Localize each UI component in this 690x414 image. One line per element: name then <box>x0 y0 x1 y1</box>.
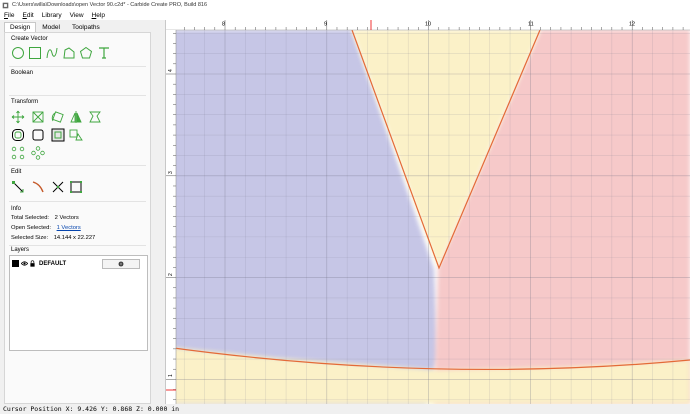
ruler-label-10: 10 <box>425 22 431 28</box>
divider <box>9 165 146 166</box>
left-panel: Design Model Toolpaths Create Vector Boo… <box>0 20 166 404</box>
status-bar: Cursor Position X: 9.426 Y: 0.868 Z: 0.0… <box>0 404 690 414</box>
open-selected-link[interactable]: 1 Vectors <box>57 225 81 231</box>
menu-edit[interactable]: Edit <box>19 12 38 19</box>
cursor-position: Cursor Position X: 9.426 Y: 0.868 Z: 0.0… <box>3 405 180 413</box>
design-canvas[interactable]: 8 9 10 11 12 4 3 2 1 <box>165 20 690 404</box>
layer-color-swatch[interactable] <box>12 260 19 267</box>
scale-icon[interactable] <box>31 110 45 124</box>
section-edit: Edit <box>11 169 22 175</box>
move-icon[interactable] <box>11 110 25 124</box>
bounding-box-icon[interactable] <box>69 180 83 194</box>
circular-array-icon[interactable] <box>11 146 25 160</box>
menu-view[interactable]: View <box>66 12 88 19</box>
divider <box>9 201 146 202</box>
menu-library[interactable]: Library <box>38 12 66 19</box>
ruler-top[interactable]: 8 9 10 11 12 <box>166 20 690 31</box>
circle-tool-icon[interactable] <box>11 46 25 60</box>
layer-settings-button[interactable] <box>102 259 140 269</box>
divider <box>9 95 146 96</box>
menu-bar: File Edit Library View Help <box>0 10 690 20</box>
ruler-label-1: 1 <box>168 374 174 377</box>
mirror-icon[interactable] <box>69 110 83 124</box>
toolpath-regions <box>166 30 690 404</box>
trim-icon[interactable] <box>51 180 65 194</box>
text-tool-icon[interactable] <box>97 46 111 60</box>
knife-icon[interactable] <box>31 180 45 194</box>
ruler-label-8: 8 <box>222 22 225 28</box>
panel-tabs: Design Model Toolpaths <box>4 22 106 33</box>
selected-size-value: 14.144 x 22.227 <box>53 235 96 241</box>
section-transform: Transform <box>11 99 39 105</box>
array-icon[interactable] <box>51 128 65 142</box>
design-panel: Create Vector Boolean Transform Edit Inf… <box>4 32 151 404</box>
canvas-svg[interactable]: 8 9 10 11 12 4 3 2 1 <box>165 20 690 404</box>
eye-icon[interactable] <box>21 260 28 267</box>
ruler-label-12: 12 <box>629 22 635 28</box>
ruler-left[interactable]: 4 3 2 1 <box>166 30 177 404</box>
polygon-tool-icon[interactable] <box>79 46 93 60</box>
gear-icon <box>118 261 124 267</box>
ruler-label-2: 2 <box>168 273 174 276</box>
node-edit-icon[interactable] <box>11 180 25 194</box>
menu-file[interactable]: File <box>0 12 19 19</box>
info-total-selected: Total Selected: 2 Vectors <box>11 215 79 221</box>
group-icon[interactable] <box>69 128 83 142</box>
divider <box>9 66 146 67</box>
menu-help[interactable]: Help <box>88 12 109 19</box>
ruler-label-11: 11 <box>528 22 534 28</box>
section-layers: Layers <box>11 247 30 253</box>
section-create-vector: Create Vector <box>11 36 48 42</box>
info-selected-size: Selected Size: 14.144 x 22.227 <box>11 235 96 241</box>
fillet-icon[interactable] <box>31 128 45 142</box>
layers-list: DEFAULT <box>9 255 148 351</box>
ruler-label-9: 9 <box>324 22 327 28</box>
section-boolean: Boolean <box>11 70 34 76</box>
title-bar: C:\Users\willa\Downloads\open Vector 90.… <box>0 0 690 10</box>
app-logo-icon <box>2 2 9 8</box>
rotate-icon[interactable] <box>51 110 65 124</box>
lock-icon[interactable] <box>29 260 36 267</box>
rectangle-tool-icon[interactable] <box>28 46 42 60</box>
offset-icon[interactable] <box>11 128 25 142</box>
polyline-tool-icon[interactable] <box>62 46 76 60</box>
window-title: C:\Users\willa\Downloads\open Vector 90.… <box>12 2 208 8</box>
ruler-label-3: 3 <box>168 171 174 174</box>
align-icon[interactable] <box>88 110 102 124</box>
divider <box>9 245 146 246</box>
total-selected-value: 2 Vectors <box>54 215 79 221</box>
curve-tool-icon[interactable] <box>45 46 59 60</box>
info-open-selected: Open Selected: 1 Vectors <box>11 225 81 231</box>
grid-array-icon[interactable] <box>31 146 45 160</box>
layer-row[interactable]: DEFAULT <box>12 259 144 269</box>
ruler-label-4: 4 <box>168 69 174 72</box>
layer-name: DEFAULT <box>39 260 67 267</box>
section-info: Info <box>11 206 22 212</box>
